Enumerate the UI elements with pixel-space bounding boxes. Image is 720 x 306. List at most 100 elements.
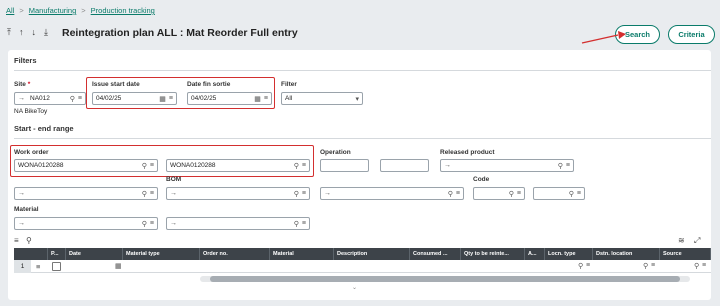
search-icon[interactable]: ⚲ [509, 190, 514, 198]
date-fin-sortie-field[interactable]: 04/02/25 ▦ ≡ [187, 92, 272, 105]
bom-label: BOM [166, 176, 182, 183]
menu-icon[interactable]: ≡ [456, 190, 460, 197]
menu-icon[interactable]: ≡ [78, 95, 82, 102]
bom-start-field[interactable]: → ⚲ ≡ [14, 187, 158, 200]
issue-start-date-field[interactable]: 04/02/25 ▦ ≡ [92, 92, 177, 105]
column-header[interactable]: Locn. type [545, 248, 593, 260]
criteria-button[interactable]: Criteria [668, 25, 715, 44]
scrollbar-thumb[interactable] [210, 276, 680, 282]
menu-icon[interactable]: ≡ [302, 162, 306, 169]
column-header[interactable]: Qty to be reinte... [461, 248, 525, 260]
search-icon[interactable]: ⚲ [558, 162, 563, 170]
column-header[interactable]: Material type [123, 248, 200, 260]
operation-end-field[interactable] [380, 159, 429, 172]
breadcrumb-sep: > [81, 6, 86, 15]
released-product-end-field[interactable]: → ⚲ ≡ [320, 187, 464, 200]
code-end-field[interactable]: ⚲ ≡ [533, 187, 585, 200]
column-header[interactable]: Dstn. location [593, 248, 660, 260]
code-start-field[interactable]: ⚲ ≡ [473, 187, 525, 200]
breadcrumb-production-tracking[interactable]: Production tracking [91, 6, 155, 15]
divider [14, 138, 711, 139]
expand-icon[interactable]: ⤢ [694, 236, 700, 246]
site-label: Site * [14, 81, 31, 88]
menu-icon[interactable]: ≡ [14, 236, 19, 245]
menu-icon[interactable]: ≡ [577, 190, 581, 197]
work-order-label: Work order [14, 149, 49, 156]
column-header[interactable]: Date [66, 248, 123, 260]
material-label: Material [14, 206, 39, 213]
search-icon[interactable]: ⚲ [70, 95, 75, 103]
chevron-down-icon[interactable]: ▾ [355, 95, 359, 103]
chevron-down-icon[interactable]: ⌄ [352, 284, 357, 291]
row-checkbox[interactable] [52, 262, 61, 271]
breadcrumb: All > Manufacturing > Production trackin… [6, 6, 155, 15]
search-icon[interactable]: ⚲ [142, 162, 147, 170]
calendar-icon[interactable]: ▦ [159, 95, 166, 103]
bom-end-field[interactable]: → ⚲ ≡ [166, 187, 310, 200]
menu-icon[interactable]: ≡ [566, 162, 570, 169]
search-icon[interactable]: ⚲ [26, 236, 32, 245]
search-icon[interactable]: ⚲ [448, 190, 453, 198]
menu-icon[interactable]: ≡ [651, 262, 655, 269]
calendar-icon[interactable]: ▦ [254, 95, 261, 103]
menu-icon[interactable]: ≡ [169, 95, 173, 102]
search-icon[interactable]: ⚲ [294, 220, 299, 228]
search-icon[interactable]: ⚲ [294, 162, 299, 170]
row-menu-icon[interactable]: ≡ [36, 262, 40, 271]
operation-label: Operation [320, 149, 351, 156]
column-header[interactable]: A... [525, 248, 545, 260]
page-title: Reintegration plan ALL : Mat Reorder Ful… [62, 27, 298, 39]
menu-icon[interactable]: ≡ [264, 95, 268, 102]
first-record-icon[interactable]: ⤒ [7, 27, 11, 38]
link-arrow-icon[interactable]: → [444, 162, 451, 169]
link-arrow-icon[interactable]: → [170, 220, 177, 227]
search-icon[interactable]: ⚲ [569, 190, 574, 198]
site-field[interactable]: → NA012 ⚲ ≡ [14, 92, 86, 105]
breadcrumb-manufacturing[interactable]: Manufacturing [29, 6, 77, 15]
search-icon[interactable]: ⚲ [643, 262, 648, 270]
next-record-icon[interactable]: ↓ [31, 27, 36, 38]
menu-icon[interactable]: ≡ [150, 220, 154, 227]
link-arrow-icon[interactable]: → [18, 220, 25, 227]
menu-icon[interactable]: ≡ [517, 190, 521, 197]
search-icon[interactable]: ⚲ [142, 220, 147, 228]
last-record-icon[interactable]: ⤓ [44, 27, 48, 38]
menu-icon[interactable]: ≡ [702, 262, 706, 269]
menu-icon[interactable]: ≡ [302, 190, 306, 197]
operation-start-field[interactable] [320, 159, 369, 172]
menu-icon[interactable]: ≡ [150, 162, 154, 169]
record-nav: ⤒ ↑ ↓ ⤓ [7, 27, 48, 38]
menu-icon[interactable]: ≡ [150, 190, 154, 197]
material-start-field[interactable]: → ⚲ ≡ [14, 217, 158, 230]
code-label: Code [473, 176, 490, 183]
released-product-label: Released product [440, 149, 495, 156]
filter-select[interactable]: All ▾ [281, 92, 363, 105]
database-icon[interactable]: ≋ [678, 236, 685, 245]
column-header[interactable]: Consumed ... [410, 248, 461, 260]
column-header[interactable]: Order no. [200, 248, 270, 260]
link-arrow-icon[interactable]: → [18, 190, 25, 197]
link-arrow-icon[interactable]: → [324, 190, 331, 197]
column-header[interactable]: Source [660, 248, 711, 260]
material-end-field[interactable]: → ⚲ ≡ [166, 217, 310, 230]
work-order-start-field[interactable]: WONA0120288 ⚲ ≡ [14, 159, 158, 172]
column-header[interactable]: Description [334, 248, 410, 260]
previous-record-icon[interactable]: ↑ [19, 27, 24, 38]
issue-start-date-label: Issue start date [92, 81, 140, 88]
calendar-icon[interactable]: ▦ [115, 262, 122, 270]
breadcrumb-all[interactable]: All [6, 6, 14, 15]
date-fin-sortie-label: Date fin sortie [187, 81, 231, 88]
search-icon[interactable]: ⚲ [694, 262, 699, 270]
menu-icon[interactable]: ≡ [302, 220, 306, 227]
link-arrow-icon[interactable]: → [18, 95, 25, 102]
link-arrow-icon[interactable]: → [170, 190, 177, 197]
search-icon[interactable]: ⚲ [578, 262, 583, 270]
released-product-start-field[interactable]: → ⚲ ≡ [440, 159, 574, 172]
column-header[interactable]: P... [48, 248, 66, 260]
horizontal-scrollbar[interactable] [200, 276, 690, 282]
search-icon[interactable]: ⚲ [142, 190, 147, 198]
menu-icon[interactable]: ≡ [586, 262, 590, 269]
search-icon[interactable]: ⚲ [294, 190, 299, 198]
column-header[interactable]: Material [270, 248, 334, 260]
work-order-end-field[interactable]: WONA0120288 ⚲ ≡ [166, 159, 310, 172]
